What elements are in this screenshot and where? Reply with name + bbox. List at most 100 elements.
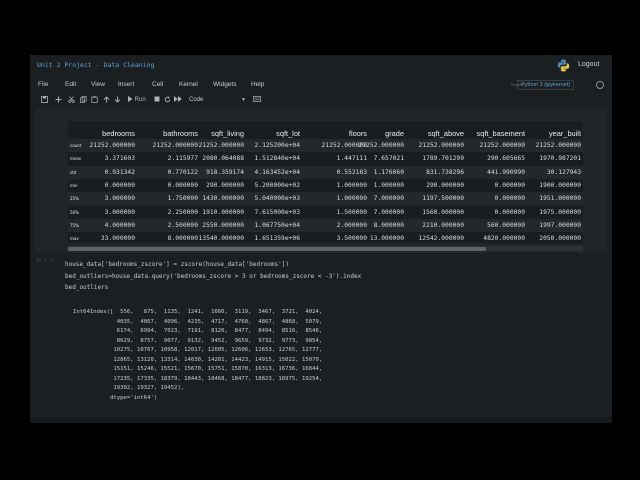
- toolbar: Run Code ▼: [30, 93, 612, 107]
- table-row: min 0.000000 0.000000 290.000000 5.200000e+0…: [68, 179, 583, 192]
- table-cell: 1.000000: [336, 195, 367, 203]
- table-cell: 1.750000: [167, 195, 198, 203]
- menu-file[interactable]: File: [38, 81, 48, 88]
- logout-button[interactable]: Logout: [578, 61, 599, 68]
- table-cell: 1.000000: [336, 181, 367, 189]
- table-cell: 0.000000: [494, 208, 525, 216]
- column-header: sqft_living: [211, 129, 244, 138]
- table-cell: 1910.000000: [202, 208, 244, 216]
- table-cell: 3.500000: [336, 235, 367, 243]
- table-cell: 1970.987201: [539, 155, 581, 163]
- table-cell: 1560.000000: [422, 208, 464, 216]
- column-header: sqft_basement: [476, 129, 525, 138]
- copy-icon[interactable]: [80, 96, 87, 104]
- table-cell: 0.552183: [336, 168, 367, 176]
- scrollbar-thumb[interactable]: [68, 246, 486, 251]
- table-cell: 0.770122: [167, 168, 198, 176]
- table-cell: 4.163452e+04: [254, 168, 301, 176]
- code-line[interactable]: bed_outliers=house_data.query('bedrooms_…: [65, 273, 361, 280]
- code-line[interactable]: bed_outliers: [65, 284, 108, 291]
- table-cell: 0.000000: [494, 195, 525, 203]
- output-line: 19302, 19327, 19452],: [73, 385, 185, 391]
- table-cell: 8.000000: [167, 235, 198, 243]
- table-cell: 1.000000: [373, 181, 404, 189]
- row-index-label: 25%: [70, 196, 79, 202]
- table-row: count 21252.000000 21252.000000 21252.00000…: [68, 139, 583, 153]
- table-cell: 831.738296: [426, 168, 464, 176]
- table-cell: 290.605665: [487, 155, 525, 163]
- add-cell-icon[interactable]: [55, 96, 62, 104]
- move-down-icon[interactable]: [114, 96, 121, 104]
- cell-prompt: In [ ]:: [36, 259, 55, 264]
- column-header: year_built: [548, 129, 581, 138]
- table-cell: 1430.000000: [202, 195, 244, 203]
- row-index-label: 50%: [70, 209, 79, 215]
- output-line: 8629, 8757, 9077, 9132, 9452, 9659, 9732…: [73, 337, 323, 344]
- fast-forward-icon[interactable]: [174, 96, 182, 104]
- table-cell: 1951.000000: [539, 195, 581, 203]
- row-index-label: 75%: [70, 222, 79, 228]
- table-cell: 1.651359e+06: [254, 235, 301, 243]
- table-cell: 1.176060: [373, 168, 404, 176]
- stop-icon[interactable]: [154, 96, 160, 104]
- output-line: 6174, 6994, 7023, 7191, 8120, 8477, 8494…: [73, 328, 323, 334]
- table-cell: 4820.000000: [483, 235, 525, 243]
- cell-type-select[interactable]: Code ▼: [186, 95, 248, 105]
- table-cell: 21252.000000: [89, 142, 136, 149]
- table-row: 25% 3.000000 1.750000 1430.000000 5.040000e+…: [68, 192, 583, 206]
- menu-edit[interactable]: Edit: [65, 81, 76, 88]
- code-line[interactable]: house_data['bedrooms_zscore'] = zscore(h…: [65, 261, 289, 268]
- table-cell: 2.250000: [167, 208, 198, 216]
- table-cell: 0.000000: [167, 181, 198, 189]
- kernel-name[interactable]: Python 3 (ipykernel): [517, 80, 574, 90]
- table-row: std 0.931342 0.770122 918.359174 4.163452e+0…: [68, 165, 583, 179]
- table-row: mean 3.371603 2.115977 2080.064088 1.512840e…: [68, 152, 583, 165]
- cell-type-value: Code: [189, 97, 204, 103]
- row-index-label: min: [70, 182, 78, 188]
- output-line: 10275, 10767, 10958, 12017, 12605, 12606…: [73, 347, 323, 353]
- run-button[interactable]: Run: [128, 96, 146, 104]
- column-header: sqft_above: [427, 129, 464, 138]
- command-palette-icon[interactable]: [253, 96, 261, 104]
- notebook-title[interactable]: Unit 2 Project - Data Cleaning: [37, 61, 154, 69]
- save-icon[interactable]: [41, 96, 48, 104]
- table-row: 50% 3.000000 2.250000 1910.000000 7.615000e+…: [68, 206, 583, 219]
- paste-icon[interactable]: [91, 96, 98, 104]
- menu-help[interactable]: Help: [251, 81, 264, 88]
- menu-bar: File Edit View Insert Cell Kernel Widget…: [30, 77, 612, 93]
- menu-widgets[interactable]: Widgets: [213, 81, 236, 88]
- table-cell: 2.000000: [336, 221, 367, 229]
- table-cell: 1.447111: [336, 155, 367, 163]
- table-cell: 2.500000: [167, 221, 198, 229]
- table-row: max 33.000000 8.000000 13540.000000 1.651359…: [68, 232, 583, 245]
- row-index-label: count: [70, 143, 82, 148]
- move-up-icon[interactable]: [103, 96, 110, 104]
- cell-output-describe: bedrooms bathrooms sqft_living sqft_lot …: [35, 108, 607, 253]
- table-cell: 2210.000000: [422, 221, 464, 229]
- table-cell: 3.371603: [104, 155, 135, 163]
- table-cell: 5.040000e+03: [254, 195, 301, 203]
- table-cell: 7.000000: [373, 195, 404, 203]
- menu-view[interactable]: View: [91, 81, 105, 88]
- screen: Unit 2 Project - Data Cleaning Logout Fi…: [0, 0, 640, 480]
- table-cell: 1.500000: [336, 208, 367, 216]
- restart-icon[interactable]: [164, 96, 171, 104]
- table-cell: 2080.064088: [202, 155, 244, 163]
- describe-table: bedrooms bathrooms sqft_living sqft_lot …: [68, 121, 583, 243]
- table-row: 75% 4.000000 2.500000 2550.000000 1.067750e+…: [68, 218, 583, 233]
- row-index-label: std: [70, 169, 77, 175]
- output-line: dtype='int64'): [73, 394, 158, 401]
- table-cell: 7.000000: [373, 208, 404, 216]
- output-line: 17235, 17335, 18379, 18443, 18468, 18477…: [73, 375, 323, 382]
- cut-icon[interactable]: [68, 96, 75, 104]
- table-cell: 12542.000000: [418, 235, 465, 243]
- table-cell: 1975.000000: [539, 208, 581, 216]
- output-line: Int64Index([ 556, 875, 1135, 1241, 1660,…: [73, 309, 323, 315]
- run-icon: [128, 96, 133, 103]
- menu-kernel[interactable]: Kernel: [179, 81, 198, 88]
- menu-insert[interactable]: Insert: [118, 81, 134, 88]
- menu-cell[interactable]: Cell: [152, 81, 163, 88]
- table-cell: 560.000000: [487, 221, 525, 229]
- table-cell: 2050.000000: [539, 235, 581, 243]
- notebook-header: Unit 2 Project - Data Cleaning Logout: [30, 55, 612, 77]
